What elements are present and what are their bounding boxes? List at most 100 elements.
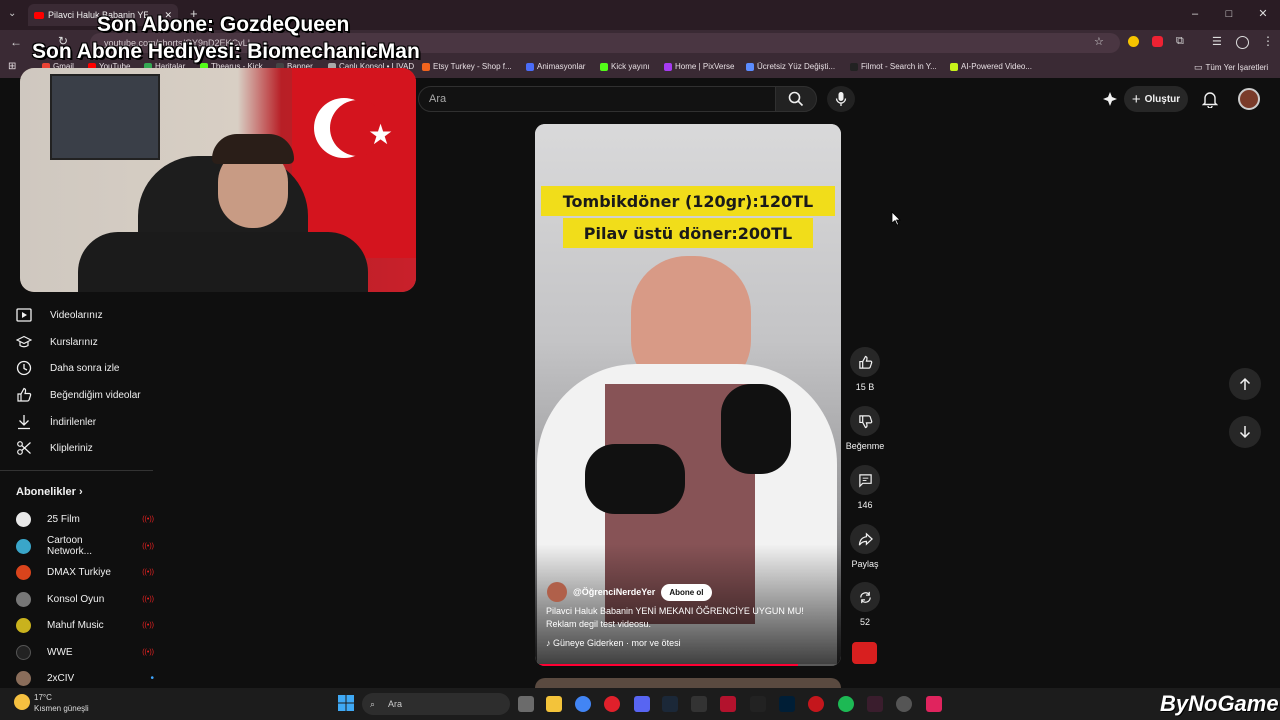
windows-start-icon[interactable] (338, 695, 354, 711)
extension-icon[interactable] (1152, 36, 1163, 47)
weather-widget[interactable]: 17°C Kısmen güneşli (14, 692, 89, 714)
app-icon[interactable] (808, 696, 824, 712)
task-view-icon[interactable] (518, 696, 534, 712)
scissors-icon (17, 441, 31, 455)
maximize-button[interactable]: □ (1212, 0, 1246, 30)
capcut-icon[interactable] (691, 696, 707, 712)
notifications-bell-icon[interactable] (1201, 90, 1219, 113)
live-indicator-icon: ((•)) (142, 595, 154, 603)
sidebar-item-liked-videos[interactable]: Beğendiğim videolar (16, 385, 154, 405)
subscription-item[interactable]: 2xCIV • (16, 668, 154, 688)
media-control-icon[interactable]: ☰ (1212, 35, 1222, 48)
profile-icon[interactable] (1236, 36, 1249, 49)
voice-search-button[interactable] (827, 86, 855, 112)
share-icon (858, 531, 873, 546)
spotify-icon[interactable] (838, 696, 854, 712)
connect-tv-icon[interactable] (1102, 91, 1118, 112)
minimize-button[interactable]: – (1178, 0, 1212, 30)
glove-left (585, 444, 685, 514)
sidebar-item-courses[interactable]: Kurslarınız (16, 332, 154, 352)
music-row[interactable]: ♪ Güneye Giderken · mor ve ötesi (546, 638, 681, 648)
subscriptions-header[interactable]: Abonelikler › (16, 486, 83, 498)
sidebar-item-clips[interactable]: Klipleriniz (16, 438, 154, 458)
video-title[interactable]: Pilavci Haluk Babanin YENİ MEKANI ÖĞRENC… (546, 605, 836, 631)
subscribe-button[interactable]: Abone ol (661, 583, 712, 601)
window-controls: – □ ✕ (1178, 0, 1280, 30)
channel-avatar (16, 511, 31, 527)
dislike-action: Beğenme (846, 406, 884, 451)
remix-icon (859, 591, 871, 603)
search-button[interactable] (775, 86, 817, 112)
bookmark-animations[interactable]: Animasyonlar (526, 62, 585, 71)
extension-icon[interactable] (1128, 36, 1139, 47)
subscription-item[interactable]: WWE ((•)) (16, 642, 154, 662)
sidebar-item-your-videos[interactable]: Videolarınız (16, 305, 154, 325)
file-explorer-icon[interactable] (546, 696, 562, 712)
channel-avatar (16, 591, 31, 607)
subscription-item[interactable]: DMAX Turkiye ((•)) (16, 562, 154, 582)
apps-grid-icon[interactable]: ⊞ (8, 61, 16, 72)
bookmark-face-swap[interactable]: Ücretsiz Yüz Değişti... (746, 62, 835, 71)
bookmark-star-icon[interactable]: ☆ (1094, 35, 1104, 48)
channel-handle[interactable]: @ÖğrenciNerdeYer (573, 587, 655, 597)
comment-count: 146 (857, 500, 873, 510)
remix-button[interactable] (850, 582, 880, 612)
video-progress-fill (535, 664, 799, 666)
live-indicator-icon: ((•)) (142, 621, 154, 629)
obs-icon[interactable] (896, 696, 912, 712)
photoshop-icon[interactable] (779, 696, 795, 712)
mouse-cursor-icon (891, 211, 901, 226)
epic-games-icon[interactable] (750, 696, 766, 712)
steam-icon[interactable] (662, 696, 678, 712)
video-progress-bar[interactable] (535, 664, 841, 666)
subscription-item[interactable]: Cartoon Network... ((•)) (16, 535, 154, 557)
streamer-hair (212, 134, 294, 164)
dislike-button[interactable] (850, 406, 880, 436)
sound-thumbnail[interactable] (852, 642, 877, 664)
extensions-puzzle-icon[interactable]: ⧉ (1176, 35, 1184, 48)
previous-short-button[interactable] (1229, 368, 1261, 400)
subscription-item[interactable]: Mahuf Music ((•)) (16, 615, 154, 635)
bookmark-pixverse[interactable]: Home | PixVerse (664, 62, 734, 71)
comments-action: 146 (849, 465, 881, 510)
shorts-video-player[interactable]: Tombikdöner (120gr):120TL Pilav üstü dön… (535, 124, 841, 666)
app-icon[interactable] (720, 696, 736, 712)
like-button[interactable] (850, 347, 880, 377)
next-short-preview[interactable] (535, 678, 841, 688)
bookmark-kick-stream[interactable]: Kick yayını (600, 62, 650, 71)
browser-menu-icon[interactable]: ⋮ (1262, 34, 1274, 48)
chevron-right-icon: › (78, 486, 83, 498)
share-button[interactable] (850, 524, 880, 554)
glove-right (721, 384, 791, 474)
close-window-button[interactable]: ✕ (1246, 0, 1280, 30)
channel-avatar (16, 670, 31, 686)
bookmark-filmot[interactable]: Filmot - Search in Y... (850, 62, 937, 71)
app-icon[interactable] (926, 696, 942, 712)
bookmark-etsy[interactable]: Etsy Turkey - Shop f... (422, 62, 512, 71)
next-short-button[interactable] (1229, 416, 1261, 448)
opera-icon[interactable] (604, 696, 620, 712)
taskbar-search[interactable]: ⌕ Ara (362, 693, 510, 715)
youtube-favicon-icon (34, 11, 44, 19)
temperature: 17°C (34, 693, 52, 702)
sidebar-item-watch-later[interactable]: Daha sonra izle (16, 358, 154, 378)
video-caption-line1: Tombikdöner (120gr):120TL (562, 192, 814, 211)
account-avatar[interactable] (1238, 88, 1260, 110)
channel-avatar[interactable] (547, 582, 567, 602)
sidebar-item-downloads[interactable]: İndirilenler (16, 412, 154, 432)
subscription-item[interactable]: 25 Film ((•)) (16, 509, 154, 529)
channel-row: @ÖğrenciNerdeYer Abone ol (547, 582, 712, 602)
app-icon[interactable] (867, 696, 883, 712)
back-icon[interactable]: ← (10, 35, 22, 49)
tab-search-icon[interactable]: ⌄ (8, 8, 16, 19)
bookmark-ai-video[interactable]: AI-Powered Video... (950, 62, 1032, 71)
live-indicator-icon: ((•)) (142, 542, 154, 550)
chrome-icon[interactable] (575, 696, 591, 712)
subscription-item[interactable]: Konsol Oyun ((•)) (16, 589, 154, 609)
all-bookmarks-folder[interactable]: ▭ Tüm Yer İşaretleri (1194, 62, 1268, 73)
create-button[interactable]: + Oluştur (1124, 86, 1188, 112)
search-input[interactable]: Ara (418, 86, 776, 112)
comments-button[interactable] (850, 465, 880, 495)
live-indicator-icon: ((•)) (142, 515, 154, 523)
discord-icon[interactable] (634, 696, 650, 712)
